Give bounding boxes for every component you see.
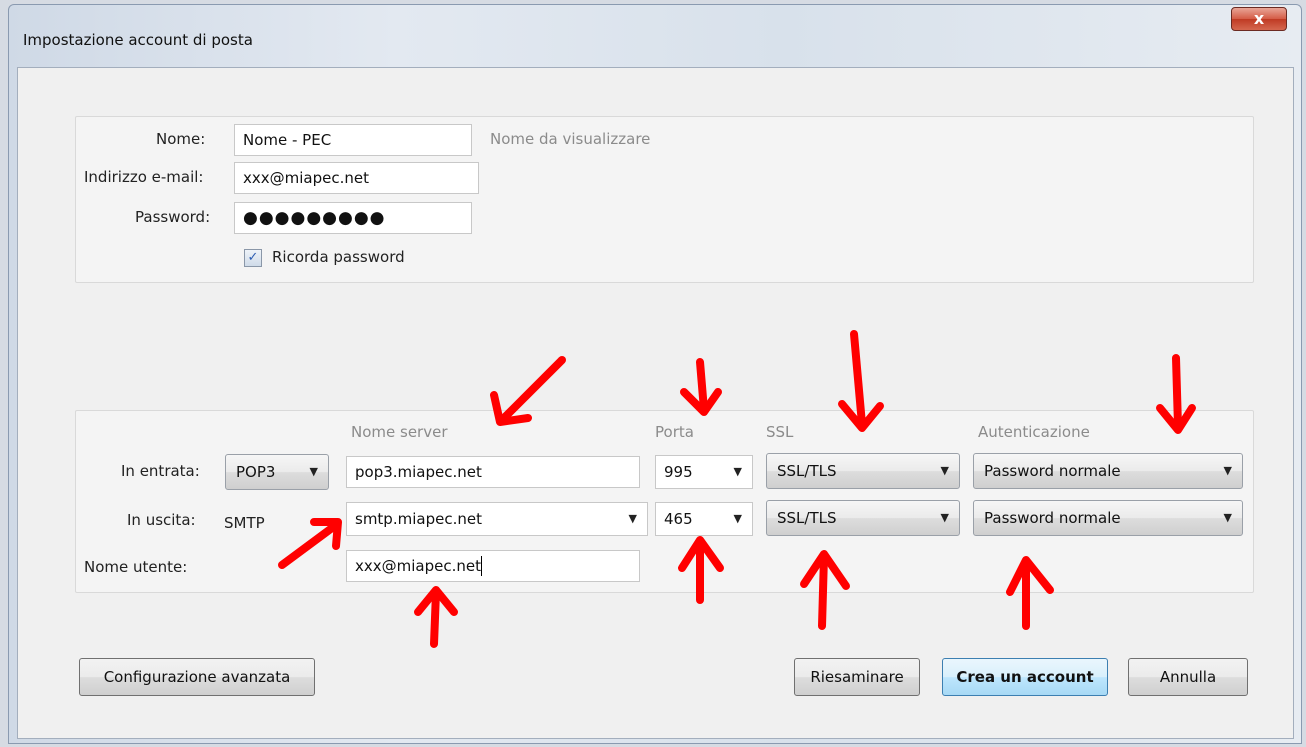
username-value: xxx@miapec.net [355,557,481,575]
incoming-protocol-value: POP3 [236,463,276,481]
username-input[interactable]: xxx@miapec.net [346,550,640,582]
close-button[interactable]: x [1231,7,1287,31]
port-column-header: Porta [655,423,694,441]
outgoing-ssl-value: SSL/TLS [777,509,837,527]
username-label: Nome utente: [84,558,188,576]
name-input[interactable]: Nome - PEC [234,124,472,156]
dialog-window: Impostazione account di posta x Nome: No… [8,4,1302,744]
outgoing-ssl-dropdown[interactable]: SSL/TLS ▼ [766,500,960,536]
cancel-button[interactable]: Annulla [1128,658,1248,696]
chevron-down-icon: ▼ [1223,464,1232,477]
outgoing-port-value: 465 [664,510,693,528]
email-input[interactable]: xxx@miapec.net [234,162,479,194]
create-account-button[interactable]: Crea un account [942,658,1108,696]
chevron-down-icon: ▼ [628,512,637,525]
retest-button[interactable]: Riesaminare [794,658,920,696]
incoming-port-value: 995 [664,463,693,481]
incoming-auth-value: Password normale [984,462,1121,480]
check-icon: ✓ [247,250,259,265]
chevron-down-icon: ▼ [733,465,742,478]
chevron-down-icon: ▼ [733,512,742,525]
incoming-server-input[interactable]: pop3.miapec.net [346,456,640,488]
name-hint: Nome da visualizzare [490,130,651,148]
outgoing-auth-dropdown[interactable]: Password normale ▼ [973,500,1243,536]
chevron-down-icon: ▼ [940,511,949,524]
advanced-config-button[interactable]: Configurazione avanzata [79,658,315,696]
incoming-ssl-value: SSL/TLS [777,462,837,480]
ssl-column-header: SSL [766,423,794,441]
dialog-content: Nome: Nome - PEC Nome da visualizzare In… [17,67,1294,739]
password-input[interactable]: ●●●●●●●●● [234,202,472,234]
chevron-down-icon: ▼ [309,465,318,478]
text-cursor [480,555,482,576]
outgoing-label: In uscita: [127,511,196,529]
password-label: Password: [135,208,211,226]
auth-column-header: Autenticazione [978,423,1090,441]
remember-password-checkbox[interactable]: ✓ [244,249,262,267]
outgoing-server-dropdown[interactable]: smtp.miapec.net ▼ [346,502,648,536]
email-label: Indirizzo e-mail: [84,168,204,186]
chevron-down-icon: ▼ [940,464,949,477]
incoming-auth-dropdown[interactable]: Password normale ▼ [973,453,1243,489]
outgoing-port-dropdown[interactable]: 465 ▼ [655,502,753,536]
outgoing-auth-value: Password normale [984,509,1121,527]
name-label: Nome: [156,130,206,148]
incoming-ssl-dropdown[interactable]: SSL/TLS ▼ [766,453,960,489]
incoming-label: In entrata: [121,462,200,480]
remember-password-label: Ricorda password [272,248,405,266]
incoming-protocol-dropdown[interactable]: POP3 ▼ [225,454,329,490]
outgoing-protocol: SMTP [224,514,265,532]
incoming-port-dropdown[interactable]: 995 ▼ [655,455,753,489]
chevron-down-icon: ▼ [1223,511,1232,524]
window-title: Impostazione account di posta [23,31,253,49]
close-icon: x [1253,9,1265,28]
title-bar: Impostazione account di posta x [9,5,1301,67]
outgoing-server-value: smtp.miapec.net [355,510,482,528]
server-column-header: Nome server [351,423,448,441]
